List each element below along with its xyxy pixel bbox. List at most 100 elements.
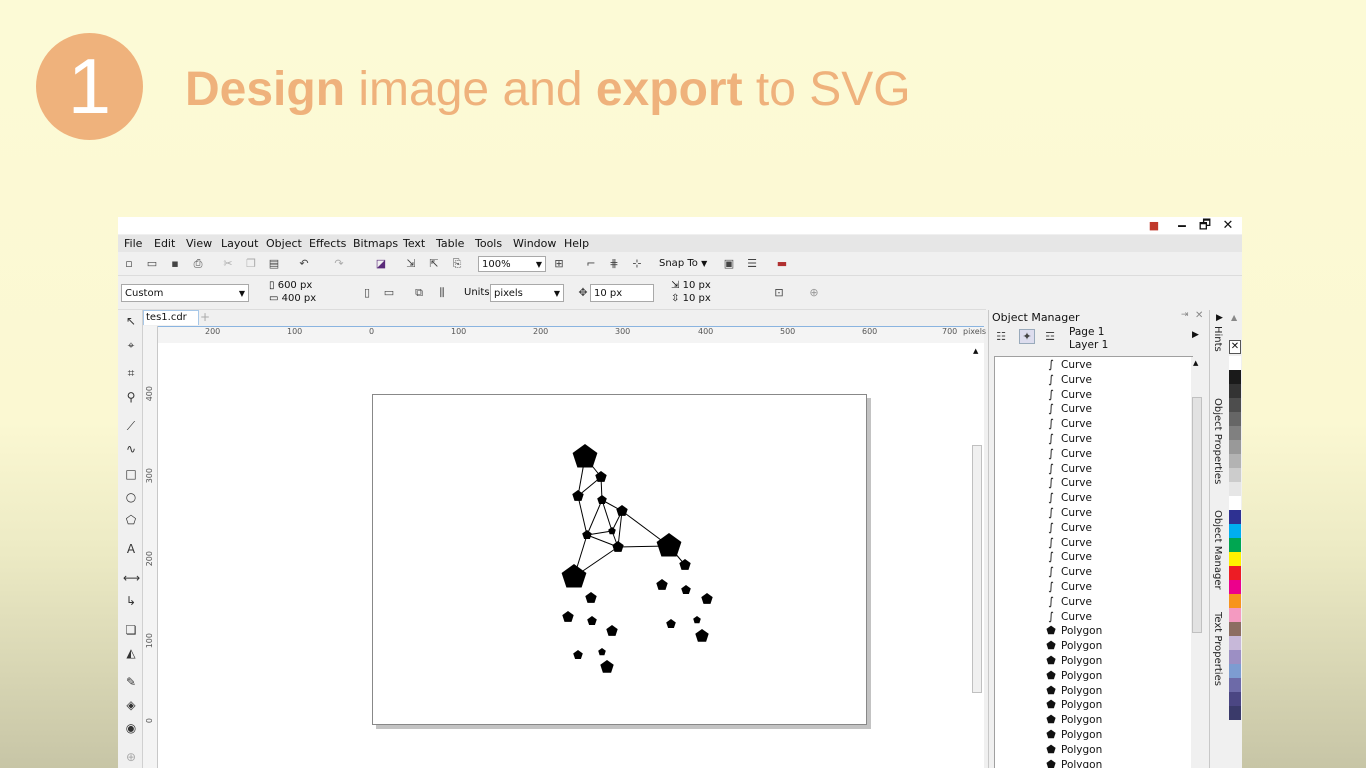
connector-tool-icon[interactable]: ↳	[123, 593, 139, 609]
page-height-field[interactable]: ▭ 400 px	[266, 292, 330, 305]
current-page-icon[interactable]: ⫼	[435, 286, 449, 299]
color-swatch[interactable]	[1229, 384, 1241, 398]
docker-tab-hints[interactable]: Hints	[1212, 326, 1223, 352]
nudge-distance-field[interactable]: 10 px	[590, 284, 654, 302]
freehand-tool-icon[interactable]: ⟋	[123, 418, 139, 434]
zoom-level-select[interactable]: 100% ▼	[478, 256, 546, 272]
menu-file[interactable]: File	[124, 237, 142, 250]
list-item[interactable]: ∫ Curve	[1045, 491, 1092, 505]
edit-bleed-icon[interactable]: ⊡	[772, 286, 786, 299]
list-item[interactable]: ∫ Curve	[1045, 417, 1092, 431]
pentagon-shape[interactable]	[693, 616, 701, 624]
rulers-icon[interactable]: ⌐	[584, 257, 598, 270]
pentagon-shape[interactable]	[597, 495, 607, 504]
list-item[interactable]: ∫ Curve	[1045, 432, 1092, 446]
list-item[interactable]: ∫ Curve	[1045, 358, 1092, 372]
import-icon[interactable]: ⇲	[404, 257, 418, 270]
docker-tab-object-manager[interactable]: Object Manager	[1212, 510, 1223, 590]
drop-shadow-tool-icon[interactable]: ❏	[123, 622, 139, 638]
list-item[interactable]: ⬟ Polygon	[1045, 639, 1102, 653]
pentagon-shape[interactable]	[573, 650, 583, 659]
pentagon-shape[interactable]	[656, 533, 682, 557]
color-swatch[interactable]	[1229, 538, 1241, 552]
duplicate-y-field[interactable]: ⇳ 10 px	[668, 292, 758, 305]
color-swatch[interactable]	[1229, 426, 1241, 440]
list-item[interactable]: ⬟ Polygon	[1045, 698, 1102, 712]
landscape-icon[interactable]: ▭	[382, 286, 396, 299]
pentagon-shape[interactable]	[598, 648, 606, 656]
welcome-screen-icon[interactable]: ▬	[775, 257, 789, 270]
smart-fill-tool-icon[interactable]: ◉	[123, 720, 139, 736]
eyedropper-tool-icon[interactable]: ✎	[123, 674, 139, 690]
color-swatch[interactable]	[1229, 552, 1241, 566]
list-item[interactable]: ∫ Curve	[1045, 373, 1092, 387]
add-page-icon[interactable]: ⊕	[807, 286, 821, 299]
guidelines-icon[interactable]: ⊹	[630, 257, 644, 270]
artistic-media-tool-icon[interactable]: ∿	[123, 441, 139, 457]
color-swatch[interactable]	[1229, 692, 1241, 706]
canvas-scrollbar[interactable]: ▲	[970, 343, 984, 768]
menu-effects[interactable]: Effects	[309, 237, 346, 250]
full-screen-icon[interactable]: ⊞	[552, 257, 566, 270]
pentagon-shape[interactable]	[582, 530, 592, 539]
pentagon-shape[interactable]	[606, 625, 618, 636]
menu-table[interactable]: Table	[436, 237, 464, 250]
color-swatch[interactable]	[1229, 566, 1241, 580]
docker-menu-icon[interactable]: ▶	[1192, 330, 1199, 340]
menu-text[interactable]: Text	[403, 237, 425, 250]
docker-expand-icon[interactable]: ⇥	[1181, 310, 1189, 320]
zoom-tool-icon[interactable]: ⚲	[123, 389, 139, 405]
list-item[interactable]: ∫ Curve	[1045, 595, 1092, 609]
scrollbar-thumb[interactable]	[1192, 397, 1202, 633]
transparency-tool-icon[interactable]: ◭	[123, 645, 139, 661]
pentagon-shape[interactable]	[561, 564, 587, 588]
list-item[interactable]: ⬟ Polygon	[1045, 713, 1102, 727]
print-icon[interactable]: ⎙	[191, 257, 205, 270]
grid-icon[interactable]: ⋕	[607, 257, 621, 270]
color-swatch[interactable]	[1229, 440, 1241, 454]
pentagon-shape[interactable]	[681, 585, 691, 594]
color-swatch[interactable]	[1229, 496, 1241, 510]
list-item[interactable]: ∫ Curve	[1045, 536, 1092, 550]
restore-button[interactable]: 🗗	[1194, 217, 1216, 234]
minimize-button[interactable]: 🗕	[1171, 217, 1193, 234]
cut-icon[interactable]: ✂	[221, 257, 235, 270]
scrollbar-thumb[interactable]	[972, 445, 982, 693]
list-item[interactable]: ⬟ Polygon	[1045, 624, 1102, 638]
no-fill-swatch[interactable]: ✕	[1229, 340, 1241, 354]
color-swatch[interactable]	[1229, 412, 1241, 426]
pick-tool-icon[interactable]: ↖	[123, 313, 139, 329]
menu-object[interactable]: Object	[266, 237, 302, 250]
crop-tool-icon[interactable]: ⌗	[123, 365, 139, 381]
scroll-up-icon[interactable]: ▲	[973, 347, 978, 355]
paste-icon[interactable]: ▤	[267, 257, 281, 270]
list-item[interactable]: ∫ Curve	[1045, 447, 1092, 461]
color-swatch[interactable]	[1229, 370, 1241, 384]
shape-tool-icon[interactable]: ⌖	[123, 337, 139, 353]
color-swatch[interactable]	[1229, 678, 1241, 692]
menu-bitmaps[interactable]: Bitmaps	[353, 237, 398, 250]
color-swatch[interactable]	[1229, 524, 1241, 538]
portrait-icon[interactable]: ▯	[360, 286, 374, 299]
copy-icon[interactable]: ❐	[244, 257, 258, 270]
dimension-tool-icon[interactable]: ⟷	[123, 570, 140, 586]
list-item[interactable]: ⬟ Polygon	[1045, 669, 1102, 683]
corel-connect-icon[interactable]: ◪	[374, 257, 388, 270]
layer-manager-icon[interactable]: ☲	[1043, 330, 1057, 343]
pentagon-shape[interactable]	[656, 579, 668, 590]
pentagon-shape[interactable]	[572, 444, 598, 468]
list-item[interactable]: ∫ Curve	[1045, 402, 1092, 416]
list-item[interactable]: ∫ Curve	[1045, 565, 1092, 579]
list-item[interactable]: ⬟ Polygon	[1045, 728, 1102, 742]
object-list-scrollbar[interactable]: ▲	[1191, 357, 1203, 768]
color-swatch[interactable]	[1229, 622, 1241, 636]
docker-tab-text-properties[interactable]: Text Properties	[1212, 612, 1223, 686]
publish-pdf-icon[interactable]: ⎘	[450, 257, 464, 270]
docker-close-icon[interactable]: ✕	[1195, 310, 1203, 321]
save-icon[interactable]: ▪	[168, 257, 182, 270]
color-swatch[interactable]	[1229, 510, 1241, 524]
docker-tab-object-properties[interactable]: Object Properties	[1212, 398, 1223, 484]
duplicate-x-field[interactable]: ⇲ 10 px	[668, 279, 758, 292]
menu-view[interactable]: View	[186, 237, 212, 250]
undo-icon[interactable]: ↶	[297, 257, 311, 270]
